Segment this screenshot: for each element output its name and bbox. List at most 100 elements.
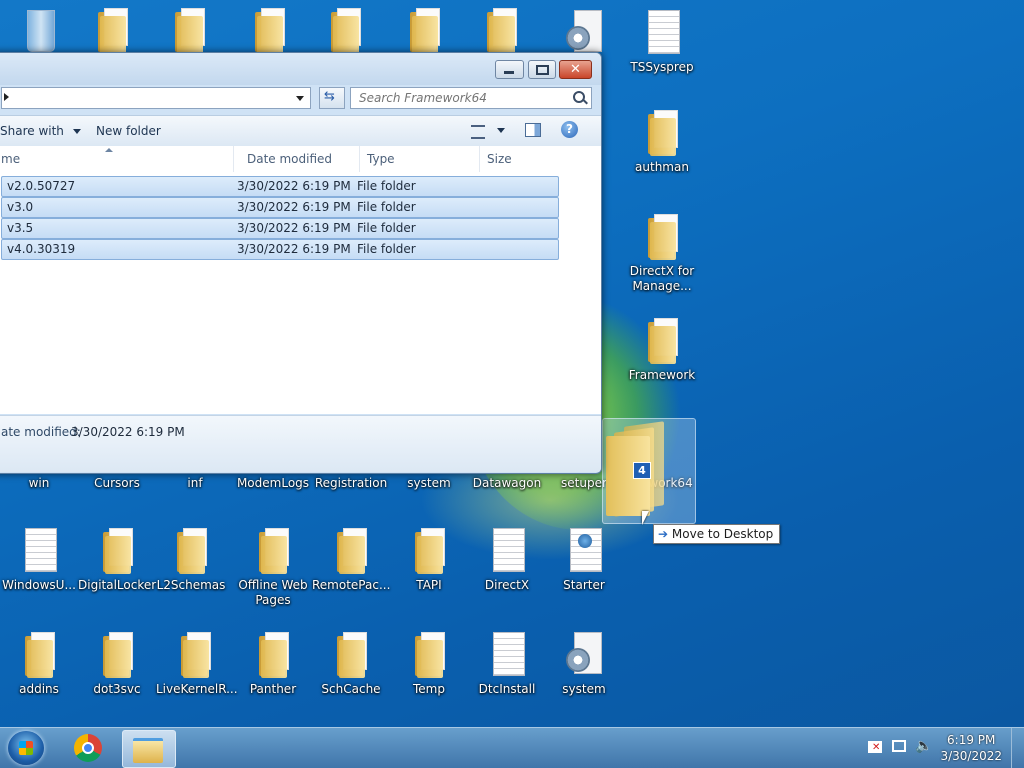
desktop-icon-tapi[interactable]: TAPI (390, 526, 468, 593)
desktop-icon-label: Starter (563, 578, 605, 592)
desktop-icon-label: LiveKernelR... (156, 682, 238, 696)
start-button[interactable] (8, 731, 44, 765)
file-type: File folder (357, 200, 416, 214)
desktop-icon-directx[interactable]: DirectX (468, 526, 546, 593)
folder-icon (167, 526, 215, 576)
desktop-icon-tssysprep[interactable]: TSSysprep (623, 8, 701, 75)
address-bar[interactable] (1, 87, 311, 109)
file-type: File folder (357, 179, 416, 193)
file-list[interactable]: me Date modified Type Size v2.0.50727 3/3… (0, 146, 601, 414)
column-header-name[interactable]: me (1, 146, 234, 172)
file-type: File folder (357, 242, 416, 256)
desktop-icon-datawagon[interactable]: Datawagon (468, 476, 546, 491)
table-row[interactable]: v4.0.30319 3/30/2022 6:19 PM File folder (1, 239, 559, 260)
maximize-button[interactable] (528, 60, 556, 79)
file-date: 3/30/2022 6:19 PM (237, 242, 351, 256)
file-name: v2.0.50727 (7, 179, 76, 193)
search-input[interactable] (357, 88, 571, 108)
preview-pane-icon[interactable] (525, 123, 541, 137)
desktop-icon-f6[interactable] (462, 6, 540, 58)
desktop-icon-temp[interactable]: Temp (390, 630, 468, 697)
folder-icon (165, 6, 213, 56)
system-clock[interactable]: 6:19 PM 3/30/2022 (940, 732, 1002, 764)
table-row[interactable]: v2.0.50727 3/30/2022 6:19 PM File folder (1, 176, 559, 197)
column-header-type[interactable]: Type (367, 146, 480, 172)
desktop-icon-windowsu[interactable]: WindowsU... (0, 526, 78, 593)
close-icon: ✕ (570, 62, 581, 77)
move-to-desktop-tooltip: ➔ Move to Desktop (653, 524, 781, 544)
desktop-icon-offlineweb[interactable]: Offline Web Pages (234, 526, 312, 608)
volume-icon[interactable]: 🔈 (915, 738, 932, 754)
desktop-icon-panther[interactable]: Panther (234, 630, 312, 697)
desktop-icon-starter[interactable]: Starter (545, 526, 623, 593)
document-icon (15, 526, 63, 576)
taskbar-chrome[interactable] (64, 730, 116, 766)
desktop-icon-dot3svc[interactable]: dot3svc (78, 630, 156, 697)
explorer-window[interactable]: ✕ ⇆ Share with New folder ? me Date modi… (0, 52, 602, 474)
file-type: File folder (357, 221, 416, 235)
desktop-icon-f4[interactable] (306, 6, 384, 58)
file-date: 3/30/2022 6:19 PM (237, 179, 351, 193)
desktop-icon-label: Framework (628, 368, 696, 382)
desktop-icon-livekernel[interactable]: LiveKernelR... (156, 630, 238, 697)
folder-icon (638, 108, 686, 158)
desktop-icon-inf[interactable]: inf (156, 476, 234, 491)
desktop-icon-l2schemas[interactable]: L2Schemas (152, 526, 230, 593)
column-header-date[interactable]: Date modified (247, 146, 360, 172)
table-row[interactable]: v3.0 3/30/2022 6:19 PM File folder (1, 197, 559, 218)
network-icon[interactable] (892, 740, 906, 752)
taskbar-explorer[interactable] (122, 730, 176, 768)
help-icon[interactable]: ? (561, 121, 578, 138)
show-desktop-button[interactable] (1011, 728, 1024, 768)
desktop-icon-system2[interactable]: system (545, 630, 623, 697)
view-dropdown-icon[interactable] (497, 128, 505, 133)
desktop-icon-cursors[interactable]: Cursors (78, 476, 156, 491)
folder-icon (249, 630, 297, 680)
close-button[interactable]: ✕ (559, 60, 592, 79)
window-titlebar[interactable]: ✕ (0, 53, 601, 85)
desktop-icon-label: DigitalLocker (78, 578, 157, 592)
document-icon (483, 630, 531, 680)
column-header-size[interactable]: Size (487, 146, 559, 172)
file-date: 3/30/2022 6:19 PM (237, 200, 351, 214)
desktop-icon-authman[interactable]: authman (623, 108, 701, 175)
file-name: v3.5 (7, 221, 34, 235)
windows-logo-icon (19, 741, 33, 755)
desktop-icon-label: win (28, 476, 50, 490)
folder-icon (171, 630, 219, 680)
address-dropdown-icon[interactable] (296, 96, 304, 101)
desktop-icon-modemlogs[interactable]: ModemLogs (234, 476, 312, 491)
desktop-icon-addins[interactable]: addins (0, 630, 78, 697)
desktop-icon-schcache[interactable]: SchCache (312, 630, 390, 697)
desktop-icon-remotepac[interactable]: RemotePac... (312, 526, 390, 593)
desktop-icon-directx_manage[interactable]: DirectX for Manage... (623, 212, 701, 294)
view-options-icon[interactable] (471, 125, 485, 139)
folder-icon (245, 6, 293, 56)
desktop-icon-system1[interactable]: system (390, 476, 468, 491)
recycle-bin-icon (15, 6, 63, 56)
share-with-button[interactable]: Share with (0, 124, 81, 138)
desktop-icon-framework[interactable]: Framework (623, 316, 701, 383)
folder-icon (93, 526, 141, 576)
refresh-button[interactable]: ⇆ (319, 87, 345, 109)
share-with-label: Share with (0, 124, 64, 138)
search-box[interactable] (350, 87, 592, 109)
folder-icon (15, 630, 63, 680)
new-folder-button[interactable]: New folder (96, 124, 161, 138)
clock-time: 6:19 PM (947, 733, 996, 747)
chrome-icon (74, 734, 102, 762)
tooltip-text: Move to Desktop (671, 527, 774, 541)
table-row[interactable]: v3.5 3/30/2022 6:19 PM File folder (1, 218, 559, 239)
desktop-icon-dtcinstall[interactable]: DtcInstall (468, 630, 546, 697)
flag-icon[interactable]: ✕ (868, 741, 882, 753)
desktop-icon-win[interactable]: win (0, 476, 78, 491)
desktop-icon-f5[interactable] (385, 6, 463, 58)
desktop-icon-registration[interactable]: Registration (312, 476, 390, 491)
desktop-icon-f2[interactable] (150, 6, 228, 58)
desktop-icon-f1[interactable] (73, 6, 151, 58)
details-label: ate modified: (1, 425, 81, 439)
desktop-icon-f3[interactable] (230, 6, 308, 58)
desktop-icon-recycle[interactable] (0, 6, 78, 58)
minimize-button[interactable] (495, 60, 524, 79)
desktop-icon-digitallocker[interactable]: DigitalLocker (78, 526, 156, 593)
